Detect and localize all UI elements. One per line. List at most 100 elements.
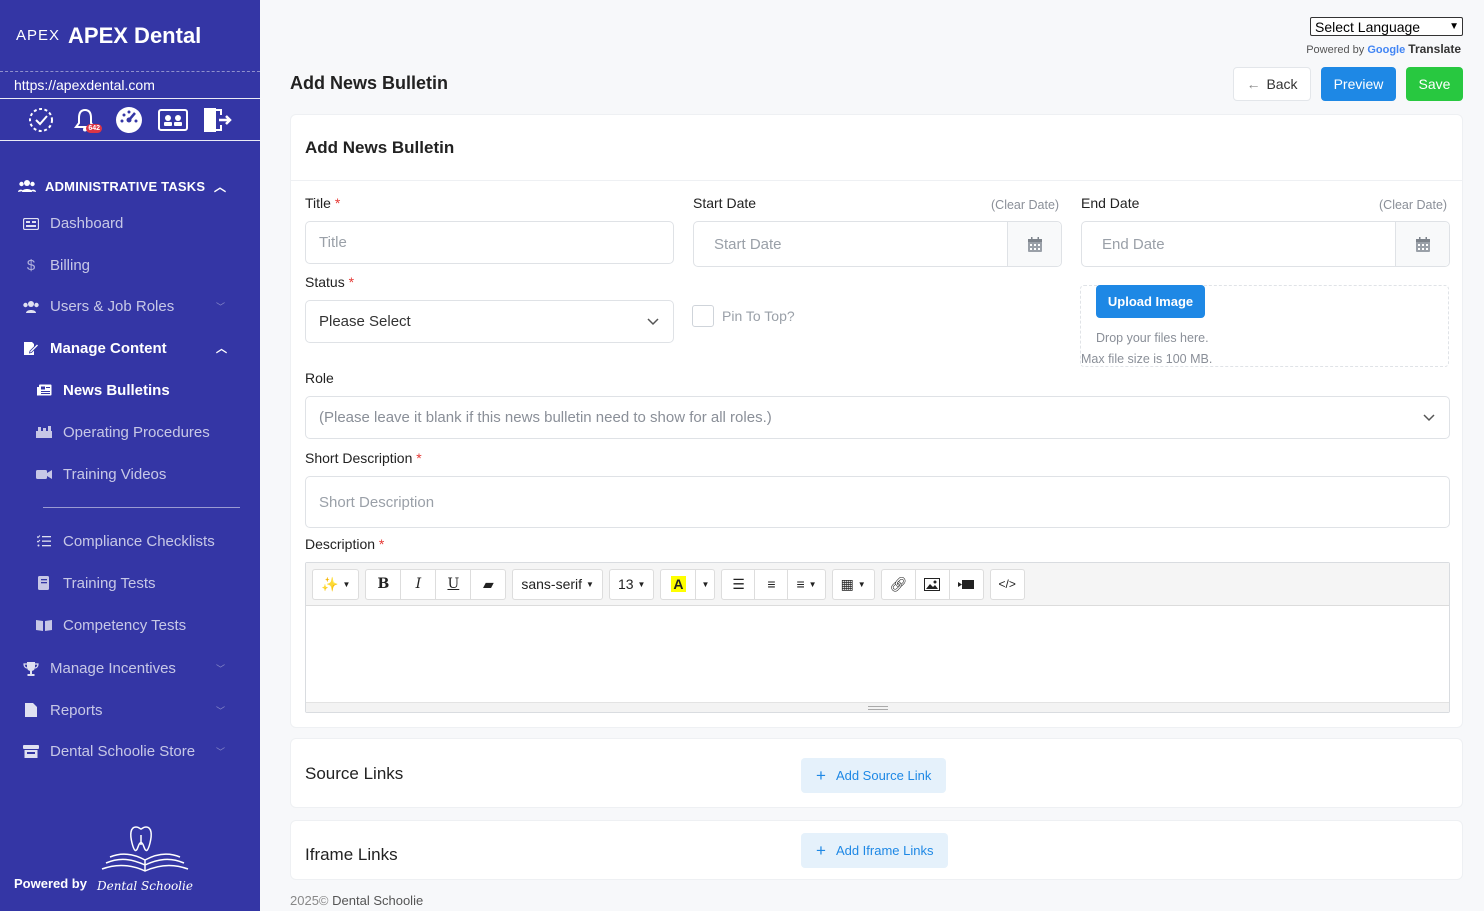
start-date-field[interactable]: Start Date — [693, 221, 1062, 267]
sidebar-item-training-videos[interactable]: Training Videos — [0, 453, 260, 495]
underline-button[interactable]: U — [435, 568, 472, 600]
arrow-left-icon: ← — [1246, 76, 1261, 92]
grip-icon — [867, 705, 888, 710]
role-select[interactable]: (Please leave it blank if this news bull… — [305, 396, 1450, 439]
clock-check-icon[interactable] — [26, 105, 56, 135]
insert-video-button[interactable] — [948, 568, 984, 600]
brand[interactable]: APEX APEX Dental — [0, 0, 260, 72]
sidebar-item-label: News Bulletins — [63, 381, 170, 399]
sidebar-item-dashboard[interactable]: Dashboard — [0, 203, 260, 245]
dashboard-icon — [22, 217, 40, 230]
description-label: Description * — [305, 536, 384, 552]
status-select-value: Please Select — [319, 313, 411, 330]
chevron-down-icon — [1423, 413, 1435, 421]
add-source-link-button[interactable]: + Add Source Link — [801, 758, 947, 793]
chevron-down-icon: ﹀ — [216, 664, 226, 675]
sidebar-nav: ADMINISTRATIVE TASKS ︿ Dashboard $ Billi… — [0, 141, 260, 773]
font-family-dropdown[interactable]: sans-serif ▼ — [512, 568, 603, 600]
sidebar-item-dental-schoolie-store[interactable]: Dental Schoolie Store ﹀ — [0, 731, 260, 773]
editor-resize-handle[interactable] — [306, 702, 1449, 712]
sidebar-item-compliance-checklists[interactable]: Compliance Checklists — [0, 520, 260, 562]
ordered-list-button[interactable]: ≡ — [754, 568, 789, 600]
text-color-button[interactable]: A — [660, 568, 697, 600]
sidebar-item-manage-incentives[interactable]: Manage Incentives ﹀ — [0, 648, 260, 690]
sidebar-item-users-job-roles[interactable]: Users & Job Roles ﹀ — [0, 286, 260, 328]
toolbar-group-style: ✨ ▼ — [312, 568, 360, 600]
nav-divider — [43, 507, 240, 508]
sidebar-item-reports[interactable]: Reports ﹀ — [0, 690, 260, 732]
logout-icon[interactable] — [202, 105, 232, 135]
iframe-links-title: Iframe Links — [305, 845, 398, 864]
add-iframe-links-label: Add Iframe Links — [835, 843, 934, 858]
code-icon: </> — [998, 577, 1016, 591]
end-date-input[interactable]: End Date — [1082, 236, 1395, 253]
color-dropdown-button[interactable]: ▼ — [695, 568, 716, 600]
save-button[interactable]: Save — [1406, 67, 1463, 101]
sidebar-item-label: Billing — [50, 256, 91, 274]
bold-button[interactable]: B — [365, 568, 402, 600]
status-select[interactable]: Please Select — [305, 300, 674, 343]
start-clear-date-link[interactable]: (Clear Date) — [991, 198, 1059, 212]
end-clear-date-link[interactable]: (Clear Date) — [1379, 198, 1447, 212]
language-select[interactable]: Select Language ▼ — [1310, 17, 1463, 36]
status-label: Status * — [305, 274, 354, 290]
source-links-title: Source Links — [305, 764, 404, 783]
dental-schoolie-logo[interactable]: Dental Schoolie — [97, 823, 193, 893]
footer: 2025© Dental Schoolie — [290, 893, 423, 908]
apex-logo-icon: APEX — [16, 27, 61, 44]
dental-schoolie-logo-text: Dental Schoolie — [96, 879, 193, 893]
trophy-icon — [22, 661, 40, 676]
report-icon — [22, 703, 40, 718]
add-source-link-label: Add Source Link — [835, 768, 932, 783]
end-date-field[interactable]: End Date — [1081, 221, 1450, 267]
preview-button[interactable]: Preview — [1321, 67, 1396, 101]
title-input[interactable]: Title — [305, 221, 674, 264]
brand-name: APEX Dental — [68, 22, 202, 48]
sidebar-item-manage-content[interactable]: Manage Content ︿ — [0, 328, 260, 370]
short-description-input[interactable]: Short Description — [305, 476, 1450, 528]
insert-image-button[interactable] — [914, 568, 950, 600]
calendar-icon[interactable] — [1007, 222, 1061, 266]
short-description-label-text: Short Description — [305, 450, 413, 466]
insert-link-button[interactable]: 🔗︎ — [880, 568, 916, 600]
site-url[interactable]: https://apexdental.com — [0, 72, 260, 99]
bell-icon[interactable]: 642 — [70, 105, 102, 135]
sidebar-item-competency-tests[interactable]: Competency Tests — [0, 604, 260, 646]
paragraph-align-dropdown[interactable]: ≡ ▼ — [787, 568, 826, 600]
plus-icon: + — [816, 765, 826, 785]
unordered-list-button[interactable]: ☰ — [721, 568, 756, 600]
font-size-dropdown[interactable]: 13 ▼ — [608, 568, 655, 600]
sidebar-item-training-tests[interactable]: Training Tests — [0, 562, 260, 604]
caret-icon: ▼ — [342, 579, 351, 589]
calendar-icon[interactable] — [1395, 222, 1449, 266]
code-view-button[interactable]: </> — [989, 568, 1025, 600]
required-mark: * — [334, 195, 341, 211]
users-card-icon[interactable] — [158, 105, 188, 135]
add-iframe-links-button[interactable]: + Add Iframe Links — [801, 833, 949, 868]
toolbar-group-color: A ▼ — [660, 568, 716, 600]
pin-to-top-checkbox[interactable] — [692, 305, 714, 327]
italic-button[interactable]: I — [400, 568, 437, 600]
table-dropdown[interactable]: ▦ ▼ — [831, 568, 875, 600]
sidebar-item-operating-procedures[interactable]: Operating Procedures — [0, 411, 260, 453]
back-button[interactable]: ← Back — [1233, 67, 1311, 101]
dashboard-gauge-icon[interactable] — [114, 105, 144, 135]
editor-content-area[interactable] — [306, 606, 1449, 702]
magic-style-button[interactable]: ✨ ▼ — [312, 568, 360, 600]
google-translate-credit: Powered by Google Translate — [1306, 42, 1461, 56]
magic-wand-icon: ✨ — [321, 575, 339, 592]
sidebar-item-label: Training Videos — [63, 465, 167, 483]
sidebar-item-billing[interactable]: $ Billing — [0, 245, 260, 287]
end-date-label: End Date — [1081, 195, 1140, 211]
clear-format-button[interactable]: ▰ — [470, 568, 507, 600]
google-logo[interactable]: Google — [1367, 44, 1405, 56]
start-date-input[interactable]: Start Date — [694, 236, 1007, 253]
pin-to-top[interactable]: Pin To Top? — [692, 305, 795, 327]
video-icon — [958, 579, 975, 589]
powered-by-label: Powered by — [14, 876, 87, 891]
sidebar-item-news-bulletins[interactable]: News Bulletins — [0, 369, 260, 411]
section-administrative-tasks[interactable]: ADMINISTRATIVE TASKS ︿ — [0, 169, 260, 203]
powered-by-label: Powered by — [1306, 44, 1365, 56]
chevron-down-icon — [647, 317, 659, 325]
upload-image-button[interactable]: Upload Image — [1096, 285, 1205, 318]
